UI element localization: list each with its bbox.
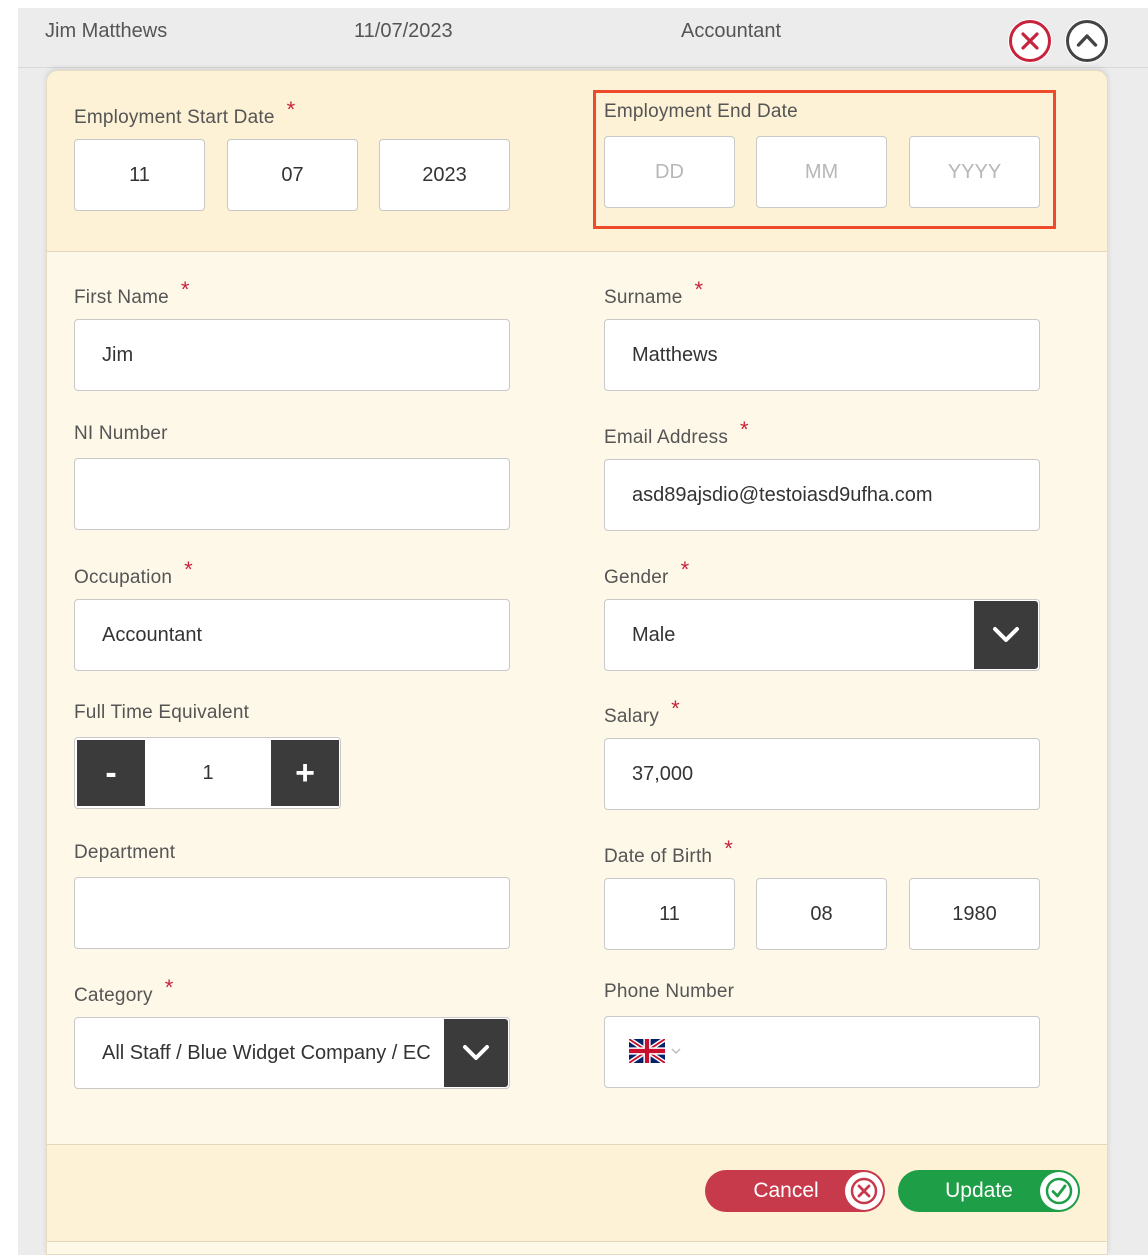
gender-select[interactable]: Male bbox=[604, 599, 1040, 671]
category-selected-value: All Staff / Blue Widget Company / EC bbox=[102, 1041, 431, 1064]
salary-label: Salary * bbox=[604, 696, 680, 727]
department-label: Department bbox=[74, 842, 176, 863]
chevron-up-icon[interactable] bbox=[1065, 19, 1109, 63]
gender-selected-value: Male bbox=[632, 623, 676, 646]
country-selector[interactable] bbox=[629, 1039, 682, 1063]
fte-minus-button[interactable]: - bbox=[77, 740, 145, 806]
fte-value-input[interactable]: 1 bbox=[145, 738, 271, 808]
dob-year-input[interactable]: 1980 bbox=[909, 878, 1040, 950]
phone-label: Phone Number bbox=[604, 981, 735, 1002]
chevron-down-icon bbox=[671, 1048, 681, 1054]
summary-role: Accountant bbox=[681, 20, 782, 42]
end-day-input[interactable]: DD bbox=[604, 136, 735, 208]
occupation-input[interactable]: Accountant bbox=[74, 599, 510, 671]
dob-month-input[interactable]: 08 bbox=[756, 878, 887, 950]
chevron-down-icon[interactable] bbox=[974, 601, 1038, 669]
close-icon bbox=[845, 1172, 883, 1210]
start-month-input[interactable]: 07 bbox=[227, 139, 358, 211]
end-year-input[interactable]: YYYY bbox=[909, 136, 1040, 208]
ni-number-label: NI Number bbox=[74, 423, 168, 444]
occupation-label: Occupation * bbox=[74, 557, 193, 588]
start-year-input[interactable]: 2023 bbox=[379, 139, 510, 211]
first-name-label: First Name * bbox=[74, 277, 190, 308]
salary-input[interactable]: 37,000 bbox=[604, 738, 1040, 810]
employment-start-label: Employment Start Date * bbox=[74, 97, 296, 128]
email-input[interactable]: asd89ajsdio@testoiasd9ufha.com bbox=[604, 459, 1040, 531]
start-day-input[interactable]: 11 bbox=[74, 139, 205, 211]
update-button[interactable]: Update bbox=[898, 1170, 1080, 1212]
category-label: Category * bbox=[74, 975, 174, 1006]
dob-label: Date of Birth * bbox=[604, 836, 733, 867]
first-name-input[interactable]: Jim bbox=[74, 319, 510, 391]
employee-summary-row[interactable]: Jim Matthews 11/07/2023 Accountant bbox=[18, 8, 1148, 68]
gender-label: Gender * bbox=[604, 557, 690, 588]
check-icon bbox=[1040, 1172, 1078, 1210]
department-input[interactable] bbox=[74, 877, 510, 949]
chevron-down-icon[interactable] bbox=[444, 1019, 508, 1087]
email-label: Email Address * bbox=[604, 417, 749, 448]
fte-label: Full Time Equivalent bbox=[74, 702, 250, 723]
ni-number-input[interactable] bbox=[74, 458, 510, 530]
uk-flag-icon bbox=[629, 1039, 665, 1063]
close-icon[interactable] bbox=[1008, 19, 1052, 63]
employment-end-label: Employment End Date bbox=[604, 101, 798, 122]
fte-plus-button[interactable]: + bbox=[271, 740, 339, 806]
dob-day-input[interactable]: 11 bbox=[604, 878, 735, 950]
surname-label: Surname * bbox=[604, 277, 704, 308]
summary-name: Jim Matthews bbox=[45, 20, 168, 42]
category-select[interactable]: All Staff / Blue Widget Company / EC bbox=[74, 1017, 510, 1089]
phone-input[interactable] bbox=[604, 1016, 1040, 1088]
cancel-button[interactable]: Cancel bbox=[705, 1170, 885, 1212]
cancel-label: Cancel bbox=[753, 1179, 819, 1202]
surname-input[interactable]: Matthews bbox=[604, 319, 1040, 391]
end-month-input[interactable]: MM bbox=[756, 136, 887, 208]
update-label: Update bbox=[945, 1179, 1013, 1202]
fte-stepper: - 1 + bbox=[74, 737, 341, 809]
summary-date: 11/07/2023 bbox=[354, 20, 453, 42]
